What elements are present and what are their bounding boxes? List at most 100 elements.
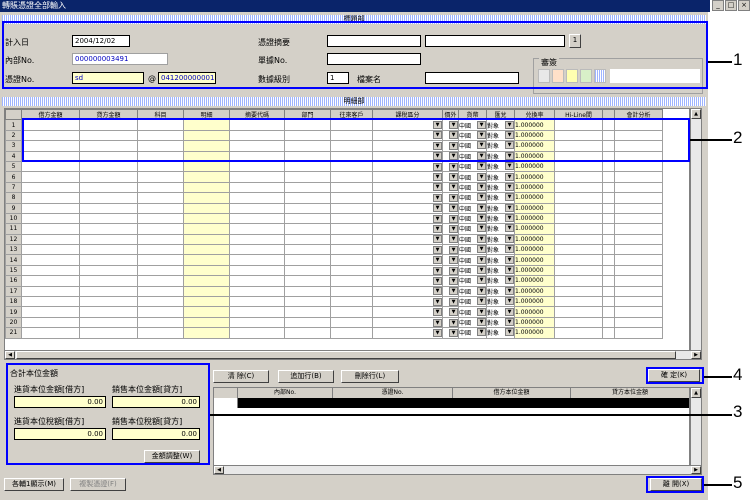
grid-cell[interactable] [137,327,184,339]
grid-cell[interactable] [79,327,138,339]
dropdown-arrow-icon[interactable]: ▼ [433,308,442,317]
grid-cell[interactable] [284,233,331,246]
grid-cell[interactable]: 1.000000 [514,316,555,329]
grid-cell[interactable]: 對象 ▼ [486,316,515,329]
summary-horizontal-scrollbar[interactable]: ◀ ▶ [213,465,702,475]
grid-cell[interactable] [21,264,80,277]
row-number[interactable]: 12 [5,233,22,246]
dropdown-arrow-icon[interactable]: ▼ [449,245,458,254]
grid-cell[interactable] [614,212,663,225]
detail-horizontal-scrollbar[interactable]: ◀ ▶ [4,350,702,360]
grid-cell[interactable] [554,244,603,256]
grid-cell[interactable] [330,202,373,214]
grid-cell[interactable] [554,254,603,266]
dropdown-arrow-icon[interactable]: ▼ [449,204,458,213]
summary-table-row[interactable] [214,398,689,408]
grid-cell[interactable]: 1.000000 [514,160,555,173]
grid-cell[interactable]: 1.000000 [514,296,555,308]
grid-cell[interactable] [330,181,373,194]
grid-cell[interactable] [554,296,603,308]
grid-cell[interactable] [330,223,373,235]
row-number[interactable]: 9 [5,202,22,214]
grid-cell[interactable] [330,327,373,339]
scroll-left-arrow-icon[interactable]: ◀ [5,351,15,359]
dropdown-arrow-icon[interactable]: ▼ [433,193,442,202]
dropdown-arrow-icon[interactable]: ▼ [505,224,514,233]
grid-cell[interactable] [330,306,373,318]
row-number[interactable]: 16 [5,275,22,287]
grid-cell[interactable]: ▼ [372,316,443,329]
grid-cell[interactable]: ▼ [372,233,443,246]
row-number[interactable]: 18 [5,296,22,308]
grid-cell[interactable] [137,254,184,266]
table-row[interactable]: 17 ▼ ▼ 中國 ▼ 對象 ▼ 1.000000 [5,285,663,298]
grid-cell[interactable] [183,212,230,225]
grid-cell[interactable] [183,202,230,214]
grid-cell[interactable] [602,244,615,256]
grid-cell[interactable]: 中國 ▼ [458,275,487,287]
grid-cell[interactable] [21,316,80,329]
grid-cell[interactable] [183,306,230,318]
dropdown-arrow-icon[interactable]: ▼ [505,307,514,316]
grid-cell[interactable] [21,244,80,256]
dropdown-arrow-icon[interactable]: ▼ [449,328,458,337]
dropdown-arrow-icon[interactable]: ▼ [433,297,442,306]
grid-cell[interactable] [614,192,663,204]
grid-cell[interactable] [602,202,615,214]
grid-cell[interactable]: 對象 ▼ [486,264,515,277]
grid-cell[interactable]: ▼ [442,275,459,287]
dropdown-arrow-icon[interactable]: ▼ [449,276,458,285]
grid-cell[interactable]: 對象 ▼ [486,327,515,339]
grid-cell[interactable]: ▼ [372,275,443,287]
grid-cell[interactable] [614,223,663,235]
dropdown-arrow-icon[interactable]: ▼ [449,308,458,317]
grid-cell[interactable] [79,254,138,266]
table-row[interactable]: 9 ▼ ▼ 中國 ▼ 對象 ▼ 1.000000 [5,202,663,214]
grid-cell[interactable] [183,192,230,204]
dropdown-arrow-icon[interactable]: ▼ [477,193,486,202]
grid-cell[interactable] [554,212,603,225]
grid-cell[interactable] [21,202,80,214]
grid-cell[interactable] [21,296,80,308]
row-number[interactable]: 19 [5,306,22,318]
grid-cell[interactable] [229,160,285,173]
grid-cell[interactable] [284,171,331,183]
dropdown-arrow-icon[interactable]: ▼ [449,235,458,244]
dropdown-arrow-icon[interactable]: ▼ [477,318,486,326]
grid-cell[interactable]: ▼ [442,264,459,277]
grid-cell[interactable] [554,160,603,173]
grid-cell[interactable]: 對象 ▼ [486,171,515,183]
grid-cell[interactable] [330,264,373,277]
grid-cell[interactable] [284,275,331,287]
dropdown-arrow-icon[interactable]: ▼ [505,204,514,212]
grid-cell[interactable] [21,254,80,266]
table-row[interactable]: 18 ▼ ▼ 中國 ▼ 對象 ▼ 1.000000 [5,296,663,308]
summary-scroll-up-icon[interactable]: ▲ [691,388,701,398]
grid-cell[interactable] [614,181,663,194]
dropdown-arrow-icon[interactable]: ▼ [433,276,442,285]
grid-cell[interactable] [79,181,138,194]
grid-cell[interactable] [602,160,615,173]
grid-cell[interactable] [330,254,373,266]
grid-cell[interactable]: 1.000000 [514,327,555,339]
grid-cell[interactable]: 1.000000 [514,264,555,277]
dropdown-arrow-icon[interactable]: ▼ [477,328,486,337]
grid-cell[interactable] [614,316,663,329]
grid-cell[interactable] [284,316,331,329]
grid-cell[interactable] [183,181,230,194]
grid-cell[interactable]: 中國 ▼ [458,233,487,246]
row-number[interactable]: 11 [5,223,22,235]
grid-cell[interactable] [21,160,80,173]
grid-cell[interactable] [79,171,138,183]
grid-cell[interactable] [137,244,184,256]
grid-cell[interactable] [79,285,138,298]
grid-cell[interactable]: 中國 ▼ [458,244,487,256]
row-number[interactable]: 15 [5,264,22,277]
dropdown-arrow-icon[interactable]: ▼ [433,162,442,171]
dropdown-arrow-icon[interactable]: ▼ [433,235,442,244]
grid-cell[interactable]: ▼ [372,254,443,266]
grid-cell[interactable] [137,181,184,194]
grid-cell[interactable] [614,275,663,287]
grid-cell[interactable]: ▼ [372,244,443,256]
grid-cell[interactable]: 中國 ▼ [458,223,487,235]
